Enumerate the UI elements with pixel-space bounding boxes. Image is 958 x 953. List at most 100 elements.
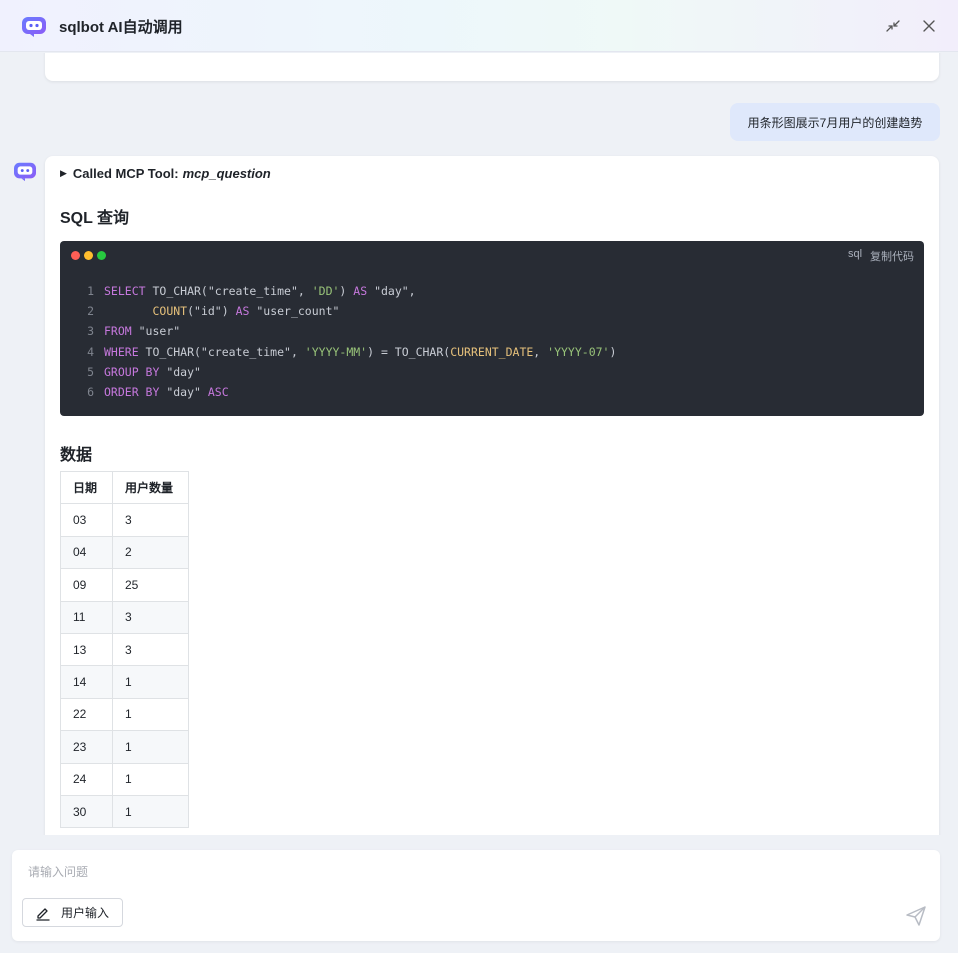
user-input-label: 用户输入 xyxy=(61,906,110,920)
column-header: 用户数量 xyxy=(112,470,189,505)
code-line: 6 ORDER BY "day" ASC xyxy=(60,382,229,402)
yellow-dot xyxy=(84,251,93,260)
code-token: "user" xyxy=(131,324,181,339)
code-token: ) = TO_CHAR( xyxy=(367,344,451,359)
table-row: 22 1 xyxy=(60,697,189,732)
header-bar: sqlbot AI自动调用 xyxy=(0,0,958,52)
code-token: ) xyxy=(339,284,354,298)
table-cell: 1 xyxy=(112,730,189,764)
data-heading: 数据 xyxy=(60,447,93,464)
code-token: "day", xyxy=(367,284,416,298)
table-cell: 09 xyxy=(60,568,113,602)
bot-response-card: ▶ Called MCP Tool: mcp_question SQL 查询 s… xyxy=(45,156,939,835)
code-token: 'YYYY-MM' xyxy=(304,344,368,359)
table-cell: 1 xyxy=(112,665,189,699)
code-token: AS xyxy=(235,304,250,319)
code-token: ) xyxy=(609,344,617,359)
robot-icon xyxy=(22,17,46,37)
column-header: 日期 xyxy=(60,470,113,505)
table-cell: 1 xyxy=(112,794,189,829)
table-row: 14 1 xyxy=(60,665,189,699)
code-line: 2 COUNT("id") AS "user_count" xyxy=(60,301,339,321)
tool-call-prefix: Called MCP Tool: xyxy=(72,166,179,181)
code-token: ORDER BY xyxy=(104,385,160,399)
data-table: 日期 用户数量 03 3 04 2 09 25 11 3 13 3 14 1 22 1 23 1 24 1 30 1 xyxy=(60,470,189,829)
table-cell: 04 xyxy=(60,535,113,570)
red-dot xyxy=(71,251,80,260)
code-token: AS xyxy=(353,284,368,298)
table-cell: 11 xyxy=(60,600,113,634)
chat-area[interactable]: 用条形图展示7月用户的创建趋势 ▶ Called MCP Tool: mcp_q… xyxy=(0,53,958,835)
table-cell: 22 xyxy=(60,697,113,732)
code-line: 4 WHERE TO_CHAR("create_time", 'YYYY-MM')… xyxy=(60,342,616,362)
code-line: 1 SELECT TO_CHAR("create_time", 'DD') AS … xyxy=(60,281,416,301)
code-token: FROM xyxy=(104,324,132,339)
table-row: 11 3 xyxy=(60,600,189,634)
table-row: 24 1 xyxy=(60,762,189,796)
question-input[interactable]: 请输入问题 xyxy=(28,863,88,880)
table-cell: 23 xyxy=(60,730,113,764)
code-token: WHERE xyxy=(104,344,139,359)
app-title: sqlbot AI自动调用 xyxy=(59,19,183,36)
line-number: 6 xyxy=(87,385,94,399)
code-token: "user_count" xyxy=(249,304,340,319)
table-cell: 3 xyxy=(112,632,189,667)
code-token: CURRENT_DATE xyxy=(450,344,534,359)
table-cell: 03 xyxy=(60,503,113,537)
line-number: 5 xyxy=(87,364,94,379)
table-cell: 1 xyxy=(112,762,189,796)
table-cell: 24 xyxy=(60,762,113,796)
code-token: 'DD' xyxy=(311,284,340,298)
question-input-box[interactable]: 请输入问题 用户输入 xyxy=(12,850,940,941)
table-row: 09 25 xyxy=(60,568,189,602)
table-cell: 3 xyxy=(112,600,189,634)
table-cell: 1 xyxy=(112,697,189,732)
code-token: SELECT xyxy=(104,284,146,298)
user-input-button[interactable]: 用户输入 xyxy=(22,898,123,927)
code-token: GROUP BY xyxy=(104,364,160,379)
expand-triangle-icon: ▶ xyxy=(60,168,67,178)
table-body: 03 3 04 2 09 25 11 3 13 3 14 1 22 1 23 1 24 1 30 1 xyxy=(60,503,189,829)
copy-code-button[interactable]: 复制代码 xyxy=(870,248,914,264)
close-icon[interactable] xyxy=(920,17,938,35)
green-dot xyxy=(97,251,106,260)
table-row: 03 3 xyxy=(60,503,189,537)
code-token: ("id") xyxy=(187,304,236,319)
user-message-bubble: 用条形图展示7月用户的创建趋势 xyxy=(730,103,940,141)
line-number: 1 xyxy=(87,284,94,298)
code-token: 'YYYY-07' xyxy=(547,344,610,359)
table-row: 04 2 xyxy=(60,535,189,570)
robot-icon xyxy=(14,162,36,182)
code-token: ASC xyxy=(207,385,229,399)
tool-call-toggle[interactable]: ▶ Called MCP Tool: mcp_question xyxy=(60,166,271,181)
table-header-row: 日期 用户数量 xyxy=(60,470,189,505)
tool-call-name: mcp_question xyxy=(182,166,271,181)
code-token: TO_CHAR("create_time", xyxy=(138,344,305,359)
table-row: 30 1 xyxy=(60,794,189,829)
code-token: TO_CHAR("create_time", xyxy=(145,284,312,298)
line-number: 3 xyxy=(87,324,94,339)
table-cell: 2 xyxy=(112,535,189,570)
collapse-arrows-icon[interactable] xyxy=(884,17,902,35)
table-row: 13 3 xyxy=(60,632,189,667)
line-number: 4 xyxy=(87,344,94,359)
code-token: "day" xyxy=(159,385,208,399)
pen-icon xyxy=(36,907,50,921)
table-cell: 14 xyxy=(60,665,113,699)
sql-heading: SQL 查询 xyxy=(60,210,130,227)
table-cell: 30 xyxy=(60,794,113,829)
code-token: COUNT xyxy=(152,304,188,319)
table-cell: 3 xyxy=(112,503,189,537)
code-block: sql 复制代码 1 SELECT TO_CHAR("create_time", … xyxy=(60,241,924,416)
send-icon[interactable] xyxy=(905,905,927,927)
code-language: sql xyxy=(848,248,863,260)
table-cell: 13 xyxy=(60,632,113,667)
table-row: 23 1 xyxy=(60,730,189,764)
table-cell: 25 xyxy=(112,568,189,602)
code-line: 3 FROM "user" xyxy=(60,321,180,341)
code-token: , xyxy=(533,344,548,359)
window-dots xyxy=(71,251,106,260)
code-token: "day" xyxy=(159,364,201,379)
line-number: 2 xyxy=(87,304,94,319)
